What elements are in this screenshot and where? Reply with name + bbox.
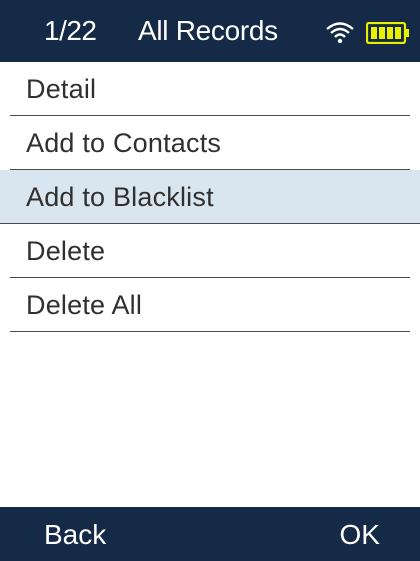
menu-item-label: Delete (26, 236, 106, 266)
softkey-bar: Back OK (0, 507, 420, 561)
menu-item-delete[interactable]: Delete (10, 224, 410, 278)
menu-item-detail[interactable]: Detail (10, 62, 410, 116)
menu-item-label: Add to Contacts (26, 128, 222, 158)
menu-item-label: Delete All (26, 290, 143, 320)
menu-item-add-to-blacklist[interactable]: Add to Blacklist (0, 170, 420, 224)
back-softkey[interactable]: Back (44, 519, 106, 551)
menu-item-label: Detail (26, 74, 97, 104)
menu-item-delete-all[interactable]: Delete All (10, 278, 410, 332)
phone-screen: 1/22 All Records Detail Add to Contacts … (0, 0, 420, 561)
page-title: All Records (138, 15, 278, 46)
ok-softkey[interactable]: OK (340, 519, 380, 551)
wifi-icon (326, 22, 354, 44)
status-header: 1/22 All Records (0, 0, 420, 62)
options-menu: Detail Add to Contacts Add to Blacklist … (0, 62, 420, 332)
battery-icon (366, 22, 409, 44)
menu-item-label: Add to Blacklist (26, 182, 214, 212)
menu-item-add-to-contacts[interactable]: Add to Contacts (10, 116, 410, 170)
record-counter: 1/22 (44, 15, 97, 46)
